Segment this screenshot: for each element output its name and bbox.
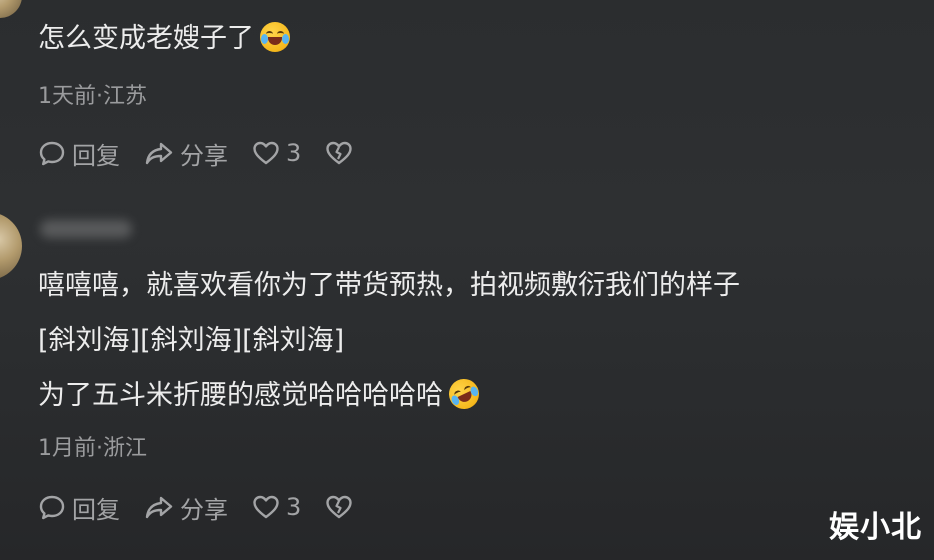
comment-text: 怎么变成老嫂子了 <box>38 20 290 58</box>
heart-icon <box>252 494 280 520</box>
share-arrow-icon <box>144 493 174 521</box>
share-label: 分享 <box>180 141 228 170</box>
comment-actions: 回复 分享 3 <box>38 490 377 524</box>
reply-label: 回复 <box>72 141 120 170</box>
comment-text-line: 为了五斗米折腰的感觉哈哈哈哈哈 <box>38 374 484 415</box>
laughing-crying-emoji-icon <box>260 22 290 52</box>
comment-meta: 1月前·浙江 <box>38 436 147 461</box>
reply-button[interactable]: 回复 <box>38 490 120 525</box>
dislike-button[interactable] <box>325 140 353 166</box>
rolling-laughing-emoji-icon <box>444 374 484 414</box>
reply-label: 回复 <box>72 495 120 524</box>
reply-button[interactable]: 回复 <box>38 136 120 171</box>
dislike-button[interactable] <box>325 494 353 520</box>
share-button[interactable]: 分享 <box>144 136 228 171</box>
avatar[interactable] <box>0 0 22 18</box>
like-button[interactable]: 3 <box>252 493 301 521</box>
comment-text-line: [斜刘海][斜刘海][斜刘海] <box>38 325 345 356</box>
speech-bubble-icon <box>38 139 66 167</box>
watermark: 娱小北 <box>829 510 922 545</box>
like-button[interactable]: 3 <box>252 139 301 167</box>
share-button[interactable]: 分享 <box>144 490 228 525</box>
like-count: 3 <box>286 139 302 167</box>
blurred-username <box>40 220 132 238</box>
like-count: 3 <box>286 493 302 521</box>
share-label: 分享 <box>180 495 228 524</box>
speech-bubble-icon <box>38 493 66 521</box>
broken-heart-icon <box>325 494 353 520</box>
avatar[interactable] <box>0 212 22 280</box>
comment-text-line: 嘻嘻嘻，就喜欢看你为了带货预热，拍视频敷衍我们的样子 <box>38 270 740 301</box>
broken-heart-icon <box>325 140 353 166</box>
share-arrow-icon <box>144 139 174 167</box>
heart-icon <box>252 140 280 166</box>
comment-meta: 1天前·江苏 <box>38 84 147 109</box>
comment-actions: 回复 分享 3 <box>38 136 377 170</box>
